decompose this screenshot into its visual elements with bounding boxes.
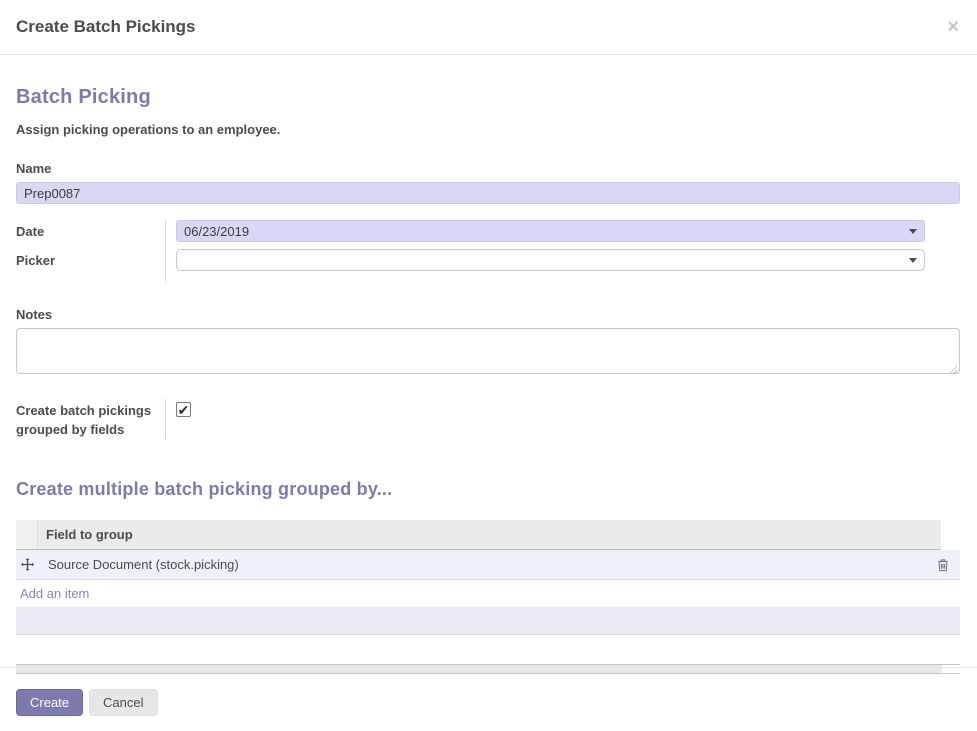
close-icon[interactable]: × [947,17,959,37]
add-an-item-link[interactable]: Add an item [20,586,89,601]
picker-input[interactable] [176,249,925,271]
group-table: Field to group Source Document (stock.pi… [16,520,960,635]
modal-body: Batch Picking Assign picking operations … [0,86,977,674]
name-label: Name [16,161,52,176]
grouped-checkbox-group: Create batch pickings grouped by fields … [16,399,960,439]
drag-handle[interactable] [16,558,38,571]
add-item-row: Add an item [16,580,960,607]
batch-picking-subtitle: Assign picking operations to an employee… [16,122,281,137]
group-section-heading: Create multiple batch picking grouped by… [16,479,393,499]
move-icon [20,558,34,571]
picker-label: Picker [16,253,56,268]
grouped-checkbox[interactable]: ✔ [176,402,191,417]
date-label: Date [16,224,45,239]
date-input[interactable] [176,220,925,242]
notes-textarea[interactable] [16,328,960,374]
name-input[interactable] [16,182,960,204]
field-to-group-value: Source Document (stock.picking) [48,557,239,572]
picker-field-wrap [176,249,925,271]
modal-footer: Create Cancel [0,667,977,716]
trash-icon [936,557,950,572]
create-button[interactable]: Create [16,689,84,716]
picker-caret-icon[interactable] [909,258,917,263]
table-header-row: Field to group [16,520,941,550]
notes-field-wrap [16,328,960,379]
field-to-group-header: Field to group [38,520,941,549]
delete-row-button[interactable] [936,557,960,572]
batch-picking-heading: Batch Picking [16,86,151,108]
cancel-button[interactable]: Cancel [89,689,158,716]
date-field-wrap [176,220,925,242]
grouped-checkbox-field: ✔ [165,399,960,439]
modal-title: Create Batch Pickings [16,17,196,36]
notes-label: Notes [16,307,53,322]
modal-header: Create Batch Pickings × [0,0,977,55]
empty-row [16,607,960,635]
handle-column-header [16,520,38,549]
date-picker-fields [165,220,960,282]
date-caret-icon[interactable] [909,229,917,234]
date-picker-group: Date Picker [16,220,960,282]
table-row[interactable]: Source Document (stock.picking) [16,550,960,580]
grouped-checkbox-label: Create batch pickings grouped by fields [16,403,152,437]
date-picker-labels: Date Picker [16,220,165,282]
